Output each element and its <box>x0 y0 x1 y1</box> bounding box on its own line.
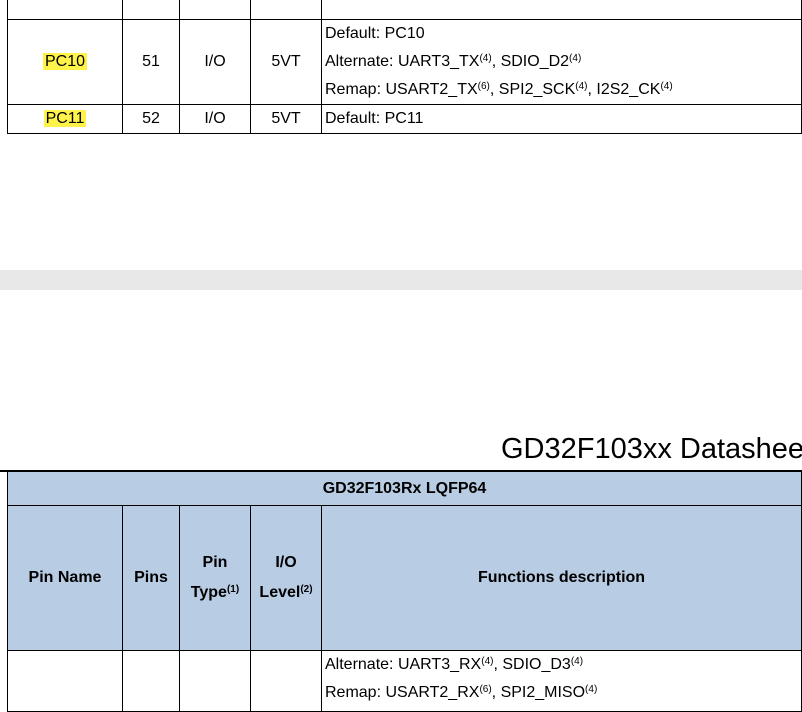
io-level-cell: 5VT <box>250 19 322 105</box>
function-line: Default: PC11 <box>325 110 424 127</box>
functions-cell: Default: PC10 Alternate: UART3_TX(4), SD… <box>321 19 802 105</box>
pins-cell: 52 <box>122 104 180 134</box>
functions-cell: Default: PC11 <box>321 104 802 134</box>
pins-cell <box>122 650 180 712</box>
function-line: Remap: USART2_RX(6), SPI2_MISO(4) <box>325 684 598 701</box>
pins-cell: 51 <box>122 19 180 105</box>
function-line: Alternate: UART3_TX(4), SDIO_D2(4) <box>325 53 582 70</box>
table-caption-row: GD32F103Rx LQFP64 <box>7 471 802 506</box>
table-row-stub <box>7 0 802 20</box>
table-row: PC10 51 I/O 5VT Default: PC10 Alternate:… <box>7 19 802 105</box>
header-functions: Functions description <box>321 505 802 651</box>
pin-name-highlight: PC11 <box>43 110 87 127</box>
pin-name-cell: PC11 <box>7 104 123 134</box>
pin-name-cell: PC10 <box>7 19 123 105</box>
io-level-cell: 5VT <box>250 104 322 134</box>
pin-name-highlight: PC10 <box>42 53 88 70</box>
function-line: Alternate: UART3_RX(4), SDIO_D3(4) <box>325 656 584 673</box>
functions-cell: Alternate: UART3_RX(4), SDIO_D3(4) Remap… <box>321 650 802 712</box>
header-pin-type: Pin Type(1) <box>179 505 251 651</box>
pin-table-continued: PC10 51 I/O 5VT Default: PC10 Alternate:… <box>7 0 802 134</box>
pin-name-cell <box>7 650 123 712</box>
table-header-row: Pin Name Pins Pin Type(1) I/O Level(2) Fun… <box>7 505 802 651</box>
header-pins: Pins <box>122 505 180 651</box>
header-io-level: I/O Level(2) <box>250 505 322 651</box>
page-separator <box>0 270 802 290</box>
table-row: Alternate: UART3_RX(4), SDIO_D3(4) Remap… <box>7 650 802 712</box>
io-level-cell <box>250 650 322 712</box>
function-line: Remap: USART2_TX(6), SPI2_SCK(4), I2S2_C… <box>325 81 673 98</box>
header-pin-name: Pin Name <box>7 505 123 651</box>
pin-table: GD32F103Rx LQFP64 Pin Name Pins Pin Type(… <box>7 471 802 712</box>
pin-type-cell: I/O <box>179 19 251 105</box>
page-title: GD32F103xx Datasheet <box>501 433 802 465</box>
pin-type-cell <box>179 650 251 712</box>
table-row: PC11 52 I/O 5VT Default: PC11 <box>7 104 802 134</box>
function-line: Default: PC10 <box>325 25 425 42</box>
table-caption: GD32F103Rx LQFP64 <box>7 471 802 506</box>
pin-type-cell: I/O <box>179 104 251 134</box>
